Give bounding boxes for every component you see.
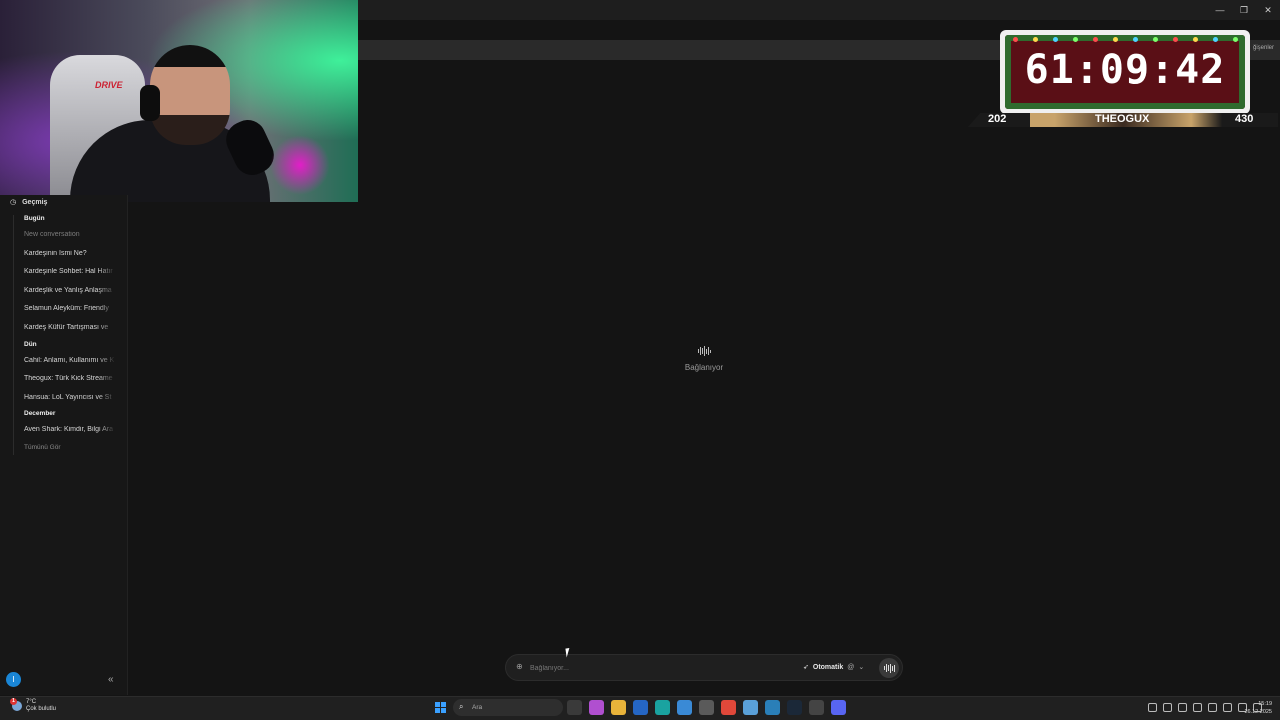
screen: — ❐ ✕ ğişenler DRIVE 61:09:42 202 THEOGU… xyxy=(0,0,1280,720)
section-today: Bugün xyxy=(24,215,45,222)
task-view-icon[interactable] xyxy=(567,700,582,715)
section-yesterday: Dün xyxy=(24,341,37,348)
app-icon[interactable] xyxy=(743,700,758,715)
history-icon: ◷ xyxy=(10,199,17,206)
file-explorer-icon[interactable] xyxy=(611,700,626,715)
browser-settings-label[interactable]: ğişenler xyxy=(1253,45,1274,51)
tray-chevron-icon[interactable] xyxy=(1148,703,1157,712)
notification-badge: 1 xyxy=(10,698,17,705)
stat-right: 430 xyxy=(1235,113,1254,125)
search-placeholder: Ara xyxy=(472,704,483,711)
minimize-icon[interactable]: — xyxy=(1208,0,1232,20)
clock-date: 26.12.2025 xyxy=(1244,709,1272,715)
close-icon[interactable]: ✕ xyxy=(1256,0,1280,20)
see-all-link[interactable]: Tümünü Gör xyxy=(24,444,61,451)
steam-icon[interactable] xyxy=(787,700,802,715)
app-icon[interactable] xyxy=(677,700,692,715)
weather-temp: 7°C xyxy=(26,699,37,705)
taskbar-search[interactable]: ⌕ Ara xyxy=(453,699,563,716)
taskbar-apps xyxy=(567,700,846,715)
stat-left: 202 xyxy=(988,113,1007,125)
history-label: Geçmiş xyxy=(22,198,48,206)
weather-widget[interactable]: 1 7°C Çok bulutlu xyxy=(10,698,57,713)
discord-icon[interactable] xyxy=(831,700,846,715)
history-divider xyxy=(13,215,14,455)
search-icon: ⌕ xyxy=(459,702,464,711)
streamer-name: THEOGUX xyxy=(1095,113,1150,125)
desk-rgb-glow xyxy=(270,135,330,195)
weather-icon: 1 xyxy=(10,698,22,711)
status-text: Bağlanıyor xyxy=(684,363,724,372)
conversation-item[interactable]: Hansua: LoL Yayıncısı ve St xyxy=(24,394,116,401)
headset xyxy=(140,85,160,121)
weather-desc: Çok bulutlu xyxy=(26,706,57,712)
conversation-item[interactable]: Kardeşinin İsmi Ne? xyxy=(24,250,116,257)
voice-mode-button[interactable] xyxy=(879,658,899,678)
mode-selector[interactable]: ➶ Otomatik @ ⌄ xyxy=(803,663,865,672)
store-icon[interactable] xyxy=(633,700,648,715)
microphone-icon[interactable] xyxy=(1208,703,1217,712)
conversation-item[interactable]: Aven Shark: Kimdir, Bilgi Ara xyxy=(24,426,116,433)
tray-app-icon[interactable] xyxy=(1193,703,1202,712)
section-december: December xyxy=(24,410,56,417)
christmas-lights xyxy=(1005,35,1245,43)
streamer-head xyxy=(150,45,230,145)
conversation-item[interactable]: Selamun Aleyküm: Friendly xyxy=(24,305,116,312)
timer-panel: 61:09:42 xyxy=(1005,35,1245,109)
tray-app-icon[interactable] xyxy=(1163,703,1172,712)
message-composer: ⊕ ➶ Otomatik @ ⌄ xyxy=(505,654,903,681)
collapse-sidebar-icon[interactable]: « xyxy=(108,674,114,685)
mode-sub: @ xyxy=(847,663,855,671)
chair-logo: DRIVE xyxy=(95,80,123,90)
chrome-icon[interactable] xyxy=(721,700,736,715)
clock-time: 15:19 xyxy=(1258,701,1272,707)
conversation-item[interactable]: Kardeşlik ve Yanlış Anlaşma xyxy=(24,287,116,294)
history-header[interactable]: ◷ Geçmiş xyxy=(10,198,48,207)
conversation-item[interactable]: Theogux: Türk Kick Streame xyxy=(24,375,116,382)
audio-wave-icon xyxy=(697,346,711,356)
start-button[interactable] xyxy=(435,702,446,713)
app-icon[interactable] xyxy=(765,700,780,715)
stream-timer: 61:09:42 xyxy=(1000,30,1250,114)
conversation-item[interactable]: Cahil: Anlamı, Kullanımı ve K xyxy=(24,357,116,364)
conversation-item[interactable]: Kardeşinle Sohbet: Hal Hatır xyxy=(24,268,116,275)
window-controls: — ❐ ✕ xyxy=(1208,0,1280,20)
mouse-cursor xyxy=(565,647,575,658)
conversation-item[interactable]: Kardeş Küfür Tartışması ve xyxy=(24,324,116,331)
edge-icon[interactable] xyxy=(655,700,670,715)
settings-icon[interactable] xyxy=(699,700,714,715)
tray-app-icon[interactable] xyxy=(1178,703,1187,712)
taskbar-clock[interactable]: 15:19 26.12.2025 xyxy=(1240,700,1272,716)
copilot-icon[interactable] xyxy=(589,700,604,715)
app-icon[interactable] xyxy=(809,700,824,715)
attach-icon[interactable]: ⊕ xyxy=(516,662,523,671)
maximize-icon[interactable]: ❐ xyxy=(1232,0,1256,20)
chevron-down-icon: ⌄ xyxy=(858,664,865,671)
conversation-item[interactable]: New conversation xyxy=(24,231,116,238)
tray-app-icon[interactable] xyxy=(1223,703,1232,712)
timer-value: 61:09:42 xyxy=(1024,47,1226,93)
mode-label: Otomatik xyxy=(812,663,844,671)
message-input[interactable] xyxy=(530,660,790,676)
connection-status: Bağlanıyor xyxy=(664,340,744,372)
account-avatar[interactable]: I xyxy=(6,672,21,687)
webcam-overlay: DRIVE xyxy=(0,0,358,202)
rocket-icon: ➶ xyxy=(803,664,809,671)
